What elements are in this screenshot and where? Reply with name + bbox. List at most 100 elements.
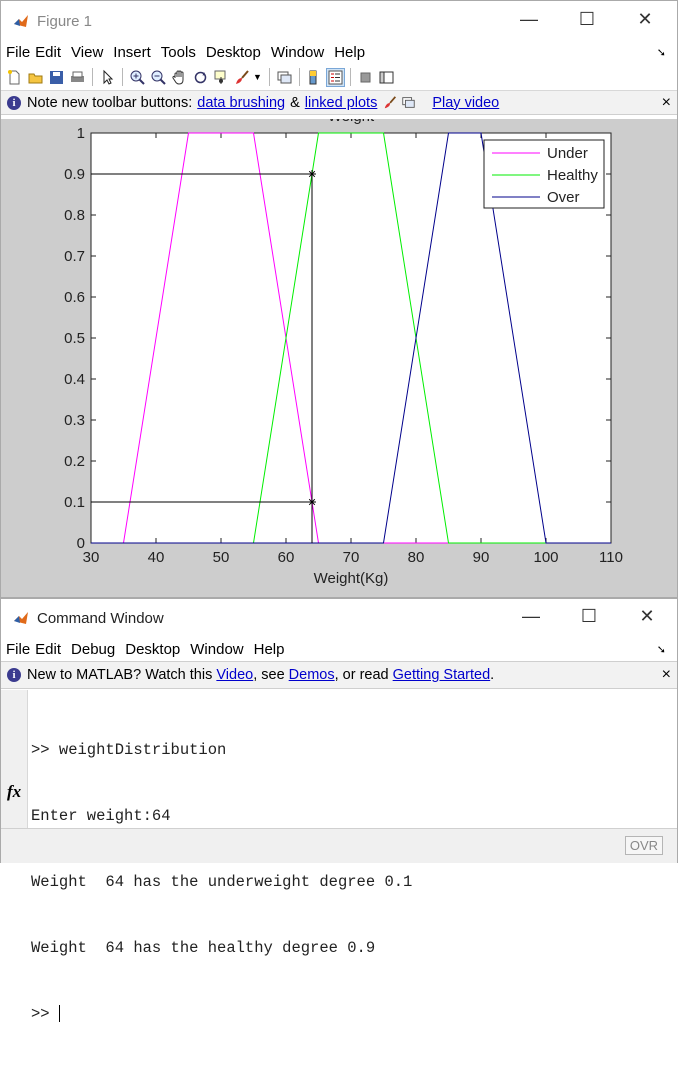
legend-label: Under (547, 145, 588, 162)
x-axis-label: Weight(Kg) (314, 570, 389, 587)
command-output[interactable]: >> weightDistribution Enter weight:64 We… (31, 695, 671, 1069)
legend-label: Over (547, 189, 580, 206)
link-icon[interactable] (276, 69, 293, 86)
menu-desktop[interactable]: Desktop (206, 44, 261, 61)
y-tick-label: 0.1 (64, 494, 85, 511)
zoom-in-icon[interactable] (129, 69, 146, 86)
fx-icon[interactable]: fx (7, 782, 21, 802)
y-tick-label: 0.2 (64, 453, 85, 470)
menu-help[interactable]: Help (334, 44, 365, 61)
figure-title: Figure 1 (37, 12, 93, 30)
link-small-icon (401, 95, 416, 110)
x-tick-label: 50 (213, 549, 230, 566)
menu-debug[interactable]: Debug (71, 641, 115, 658)
minimize-button[interactable]: — (509, 9, 549, 30)
info-text-4: . (490, 667, 495, 683)
command-line: Weight 64 has the underweight degree 0.1 (31, 873, 413, 891)
toolbar-separator (298, 68, 300, 86)
legend-label: Healthy (547, 167, 598, 184)
info-text-1: New to MATLAB? Watch this (27, 667, 217, 683)
command-prompt-line[interactable]: >> (31, 1003, 671, 1025)
info-text-2: , see (253, 667, 289, 683)
info-text: Note new toolbar buttons: (27, 94, 193, 111)
command-info-bar: i New to MATLAB? Watch this Video , see … (1, 661, 677, 689)
data-brushing-link[interactable]: data brushing (197, 95, 285, 111)
print-icon[interactable] (69, 69, 86, 86)
command-prompt: >> (31, 1005, 59, 1023)
maximize-button[interactable]: ☐ (569, 606, 609, 627)
menu-desktop[interactable]: Desktop (125, 641, 180, 658)
status-bar: OVR (1, 828, 677, 863)
open-folder-icon[interactable] (27, 69, 44, 86)
getting-started-link[interactable]: Getting Started (393, 667, 491, 683)
command-line: Enter weight:64 (31, 807, 171, 825)
info-icon: i (7, 668, 21, 682)
dock-arrow-icon[interactable]: ➘ (657, 643, 666, 656)
y-tick-label: 0.6 (64, 289, 85, 306)
data-point-marker (308, 498, 316, 506)
pointer-icon[interactable] (99, 69, 116, 86)
maximize-button[interactable]: ☐ (567, 9, 607, 30)
colorbar-icon[interactable] (306, 69, 323, 86)
close-button[interactable]: ✕ (625, 9, 665, 30)
menu-file[interactable]: File (6, 44, 30, 61)
minimize-button[interactable]: — (511, 606, 551, 627)
toolbar-separator (122, 68, 123, 86)
hide-plot-tools-icon[interactable] (357, 69, 374, 86)
menu-window[interactable]: Window (271, 44, 324, 61)
brush-dropdown-icon[interactable]: ▼ (253, 72, 262, 82)
save-icon[interactable] (48, 69, 65, 86)
brush-icon[interactable] (234, 69, 251, 86)
y-tick-label: 1 (77, 125, 85, 142)
menu-insert[interactable]: Insert (113, 44, 151, 61)
info-ampersand: & (290, 94, 300, 111)
info-icon: i (7, 95, 21, 110)
info-close-icon[interactable]: × (662, 666, 671, 684)
info-text-3: , or read (334, 667, 393, 683)
plot-canvas: Weight 30 40 50 60 70 80 90 100 110 0 0.1 0.2 0.3 0.4 0… (1, 119, 677, 597)
menu-window[interactable]: Window (190, 641, 243, 658)
linked-plots-link[interactable]: linked plots (305, 95, 378, 111)
y-tick-label: 0 (77, 535, 85, 552)
play-video-link[interactable]: Play video (432, 95, 499, 111)
command-line: Weight 64 has the healthy degree 0.9 (31, 939, 376, 957)
x-tick-label: 60 (278, 549, 295, 566)
close-button[interactable]: ✕ (627, 606, 667, 627)
menu-tools[interactable]: Tools (161, 44, 196, 61)
figure-window: Figure 1 — ☐ ✕ File Edit View Insert Too… (0, 0, 678, 598)
video-link[interactable]: Video (216, 667, 253, 683)
figure-menubar: File Edit View Insert Tools Desktop Wind… (1, 41, 677, 64)
y-tick-label: 0.8 (64, 207, 85, 224)
info-close-icon[interactable]: × (662, 94, 671, 112)
legend-icon[interactable] (325, 67, 345, 87)
show-plot-tools-icon[interactable] (378, 69, 395, 86)
menu-file[interactable]: File (6, 641, 30, 658)
x-tick-label: 40 (148, 549, 165, 566)
x-tick-label: 100 (533, 549, 558, 566)
x-tick-label: 110 (599, 549, 623, 566)
brush-small-icon (383, 95, 398, 110)
pan-icon[interactable] (171, 69, 188, 86)
menu-help[interactable]: Help (254, 641, 285, 658)
x-tick-label: 90 (473, 549, 490, 566)
y-tick-label: 0.3 (64, 412, 85, 429)
new-file-icon[interactable] (6, 69, 23, 86)
chart-title: Weight (328, 119, 375, 125)
command-window: Command Window — ☐ ✕ File Edit Debug Des… (0, 598, 678, 1023)
ovr-indicator: OVR (624, 836, 663, 855)
dock-arrow-icon[interactable]: ➘ (657, 46, 666, 59)
figure-toolbar: ▼ (1, 64, 677, 91)
chart: Weight 30 40 50 60 70 80 90 100 110 0 0.1 0.2 0.3 0.4 0… (64, 119, 623, 587)
toolbar-separator (92, 68, 93, 86)
matlab-logo-icon (13, 610, 29, 626)
menu-edit[interactable]: Edit (35, 44, 61, 61)
command-line: >> weightDistribution (31, 741, 227, 759)
demos-link[interactable]: Demos (289, 667, 335, 683)
x-tick-label: 80 (408, 549, 425, 566)
rotate-icon[interactable] (192, 69, 209, 86)
menu-view[interactable]: View (71, 44, 103, 61)
zoom-out-icon[interactable] (150, 69, 167, 86)
menu-edit[interactable]: Edit (35, 641, 61, 658)
y-tick-label: 0.9 (64, 166, 85, 183)
data-cursor-icon[interactable] (213, 69, 230, 86)
